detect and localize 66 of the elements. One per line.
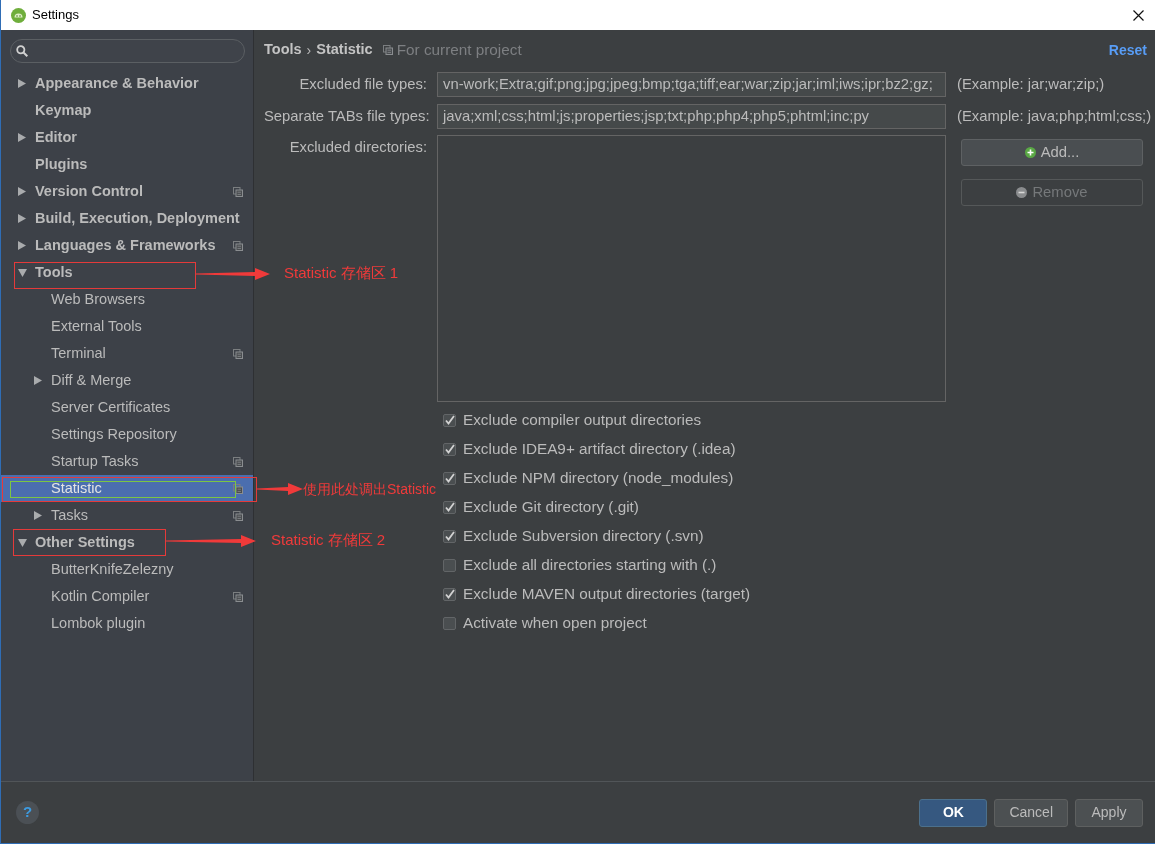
scope-note: For current project [396,39,522,60]
breadcrumb-item: Tools [264,40,302,60]
checkbox-label[interactable]: Exclude compiler output directories [463,409,702,432]
field-label: Excluded file types: [298,75,427,95]
checkbox-label[interactable]: Exclude IDEA9+ artifact directory (.idea) [463,438,736,461]
tree-item[interactable]: Editor [18,130,77,145]
text-field[interactable]: vn-work;Extra;gif;png;jpg;jpeg;bmp;tga;tiff;ear;war;zip;jar;iml;iws;ipr;bz2;gz; [437,72,946,97]
example-hint: (Example: jar;war;zip;) [957,75,1105,95]
checkbox[interactable] [443,443,456,456]
tree-item[interactable]: Appearance & Behavior [18,76,199,91]
help-button[interactable]: ? [16,801,39,824]
tree-item[interactable]: Server Certificates [34,400,171,415]
checkbox[interactable] [443,588,456,601]
tree-item[interactable]: Tools [18,265,73,280]
stacked-pages-icon [382,45,393,55]
dialog-button[interactable]: OK [919,798,988,827]
dialog-button[interactable]: Apply [1075,798,1143,827]
tree-item[interactable]: Lombok plugin [34,616,146,631]
tree-item[interactable]: Languages & Frameworks [18,238,216,253]
checkbox-label[interactable]: Exclude Git directory (.git) [463,496,639,519]
search-field[interactable] [10,39,245,63]
checkbox-label[interactable]: Exclude Subversion directory (.svn) [463,525,704,548]
tree-item[interactable]: Other Settings [18,535,135,550]
annotation-text: Statistic 存储区 2 [271,531,386,549]
add-button[interactable]: Add... [961,139,1143,166]
checkbox[interactable] [443,559,456,572]
example-hint: (Example: java;php;html;css;) [957,107,1152,127]
tree-item[interactable]: Version Control [18,184,143,199]
field-label: Excluded directories: [288,138,427,157]
tree-item[interactable]: Statistic [34,481,102,496]
tree-item[interactable]: Keymap [18,103,92,118]
tree-item[interactable]: Build, Execution, Deployment [18,211,240,226]
field-label: Separate TABs file types: [264,107,427,127]
checkbox[interactable] [443,501,456,514]
tree-item[interactable]: Plugins [18,157,88,172]
tree-item[interactable]: Startup Tasks [34,454,139,469]
tree-item[interactable]: Diff & Merge [34,373,132,388]
reset-link[interactable]: Reset [1108,39,1147,61]
tree-item[interactable]: Web Browsers [34,292,145,307]
dialog-button[interactable]: Cancel [994,798,1068,827]
checkbox[interactable] [443,414,456,427]
tree-item[interactable]: External Tools [34,319,142,334]
breadcrumb-item: Statistic [316,40,373,60]
annotation-arrow [257,482,303,496]
checkbox-label[interactable]: Exclude all directories starting with (.) [463,554,717,577]
annotation-text: Statistic 存储区 1 [284,264,399,282]
tree-item[interactable]: ButterKnifeZelezny [34,562,174,577]
checkbox[interactable] [443,530,456,543]
checkbox-label[interactable]: Exclude MAVEN output directories (target) [463,583,751,606]
text-field[interactable]: java;xml;css;html;js;properties;jsp;txt;php;php4;php5;phtml;inc;py [437,104,946,129]
close-icon [1132,9,1144,21]
breadcrumb-separator: › [306,40,312,60]
search-icon [16,45,28,57]
checkbox-label[interactable]: Exclude NPM directory (node_modules) [463,467,734,490]
tree-item[interactable]: Terminal [34,346,106,361]
robot-logo-icon [11,7,26,23]
checkbox[interactable] [443,472,456,485]
plus-icon [1024,147,1036,158]
annotation-text: 使用此处调出Statistic [303,480,436,498]
checkbox[interactable] [443,617,456,630]
checkbox-label[interactable]: Activate when open project [463,612,647,635]
tree-item[interactable]: Settings Repository [34,427,177,442]
window-title: Settings [32,6,79,25]
minus-icon [1016,187,1028,198]
tree-item[interactable]: Kotlin Compiler [34,589,150,604]
tree-item[interactable]: Tasks [34,508,89,523]
